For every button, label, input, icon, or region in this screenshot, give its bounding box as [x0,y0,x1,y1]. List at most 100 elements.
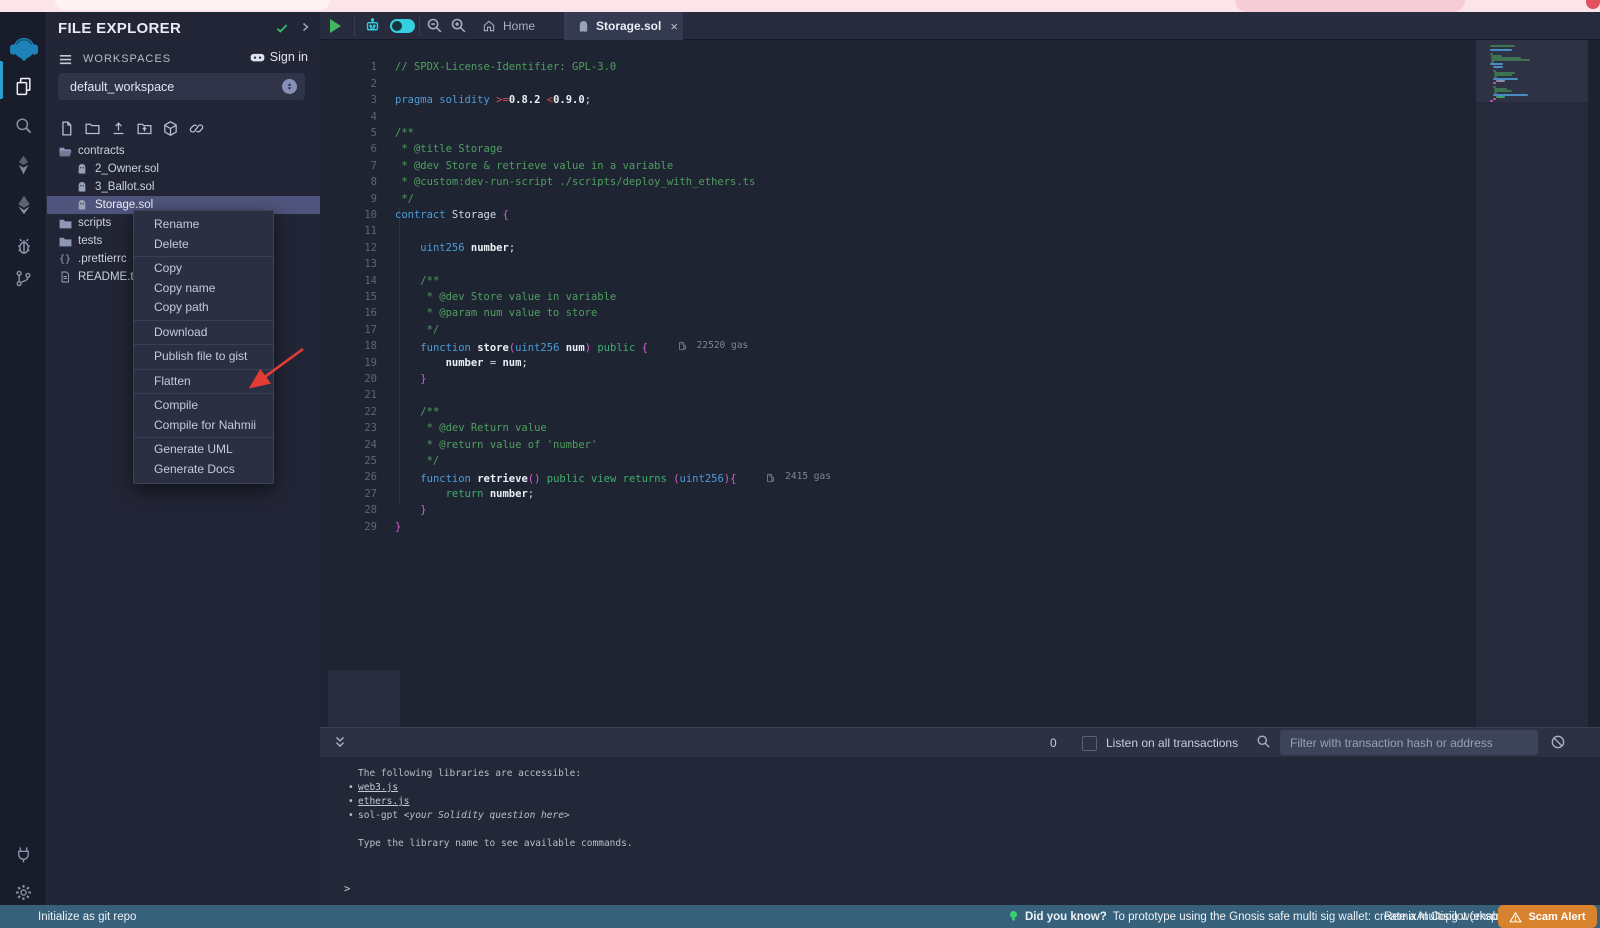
tree-item-contracts[interactable]: contracts [47,142,320,160]
rail-item-search[interactable] [0,107,47,143]
code-line: 8 * @custom:dev-run-script ./scripts/dep… [320,158,1600,174]
browser-strip [0,0,1600,12]
github-icon [250,51,265,63]
braces-icon: {} [58,254,72,265]
rail-item-remix-logo[interactable] [0,32,47,68]
code-line: 29} [320,502,1600,518]
copilot-toggle[interactable] [390,19,415,33]
scam-alert-button[interactable]: Scam Alert [1498,905,1597,928]
code-line: 20 } [320,355,1600,371]
workspace-updown-icon [282,79,297,94]
remix-ai-robot-icon[interactable] [364,17,381,34]
menu-separator [134,437,273,438]
chevron-right-icon[interactable] [299,21,311,33]
code-line: 17 */ [320,305,1600,321]
code-line: 24 * @return value of 'number' [320,420,1600,436]
code-editor[interactable]: 1// SPDX-License-Identifier: GPL-3.0 2 3… [320,40,1600,727]
file-explorer-toolbar [58,118,205,138]
library-link[interactable]: web3.js [358,782,398,793]
minimap[interactable] [1476,40,1588,727]
zoom-in-icon[interactable] [450,17,467,34]
rail-item-debugger[interactable] [0,228,47,264]
editor-scrollbar-track[interactable] [1588,40,1600,727]
terminal-text: Type the library name to see available c… [320,837,1600,851]
code-line: 22 /** [320,387,1600,403]
menu-item-compile-for-nahmii[interactable]: Compile for Nahmii [134,416,273,436]
code-line: 11 [320,207,1600,223]
upload-folder-icon[interactable] [136,120,153,137]
new-file-icon[interactable] [58,120,75,137]
hamburger-icon[interactable] [58,52,73,67]
tab-storage-sol[interactable]: Storage.sol × [565,12,683,40]
new-folder-icon[interactable] [84,120,101,137]
library-link[interactable]: ethers.js [358,796,409,807]
folder-open-icon [58,146,72,157]
terminal-bar: 0 Listen on all transactions [320,727,1600,757]
tree-item-2_Owner.sol[interactable]: 2_Owner.sol [47,160,320,178]
init-git-repo-button[interactable]: Initialize as git repo [38,911,136,923]
rail-item-plugin-manager[interactable] [0,836,47,872]
doc-icon [58,271,72,283]
tab-home[interactable]: Home [470,12,565,40]
import-from-url-icon[interactable] [188,120,205,137]
menu-item-rename[interactable]: Rename [134,215,273,235]
status-bar: Initialize as git repo Did you know? To … [0,905,1600,928]
close-tab-icon[interactable]: × [670,19,678,34]
terminal-prompt[interactable]: > [344,883,350,895]
panel-title: FILE EXPLORER [58,20,181,37]
check-icon [275,21,289,35]
terminal-list-item: •sol-gpt <your Solidity question here> [320,809,1600,823]
menu-item-publish-file-to-gist[interactable]: Publish file to gist [134,347,273,367]
listen-checkbox[interactable] [1082,736,1097,751]
code-line: 3pragma solidity >=0.8.2 <0.9.0; [320,76,1600,92]
terminal-expand-icon[interactable] [333,734,347,750]
browser-strip-blob [1235,0,1465,12]
upload-file-icon[interactable] [110,120,127,137]
zoom-out-icon[interactable] [426,17,443,34]
sign-in-button[interactable]: Sign in [250,50,308,64]
sol-icon [75,199,89,211]
rail-item-git[interactable] [0,260,47,296]
lightbulb-icon [1008,910,1019,923]
menu-item-copy[interactable]: Copy [134,259,273,279]
tree-item-3_Ballot.sol[interactable]: 3_Ballot.sol [47,178,320,196]
menu-separator [134,369,273,370]
workspace-select[interactable]: default_workspace [58,73,305,100]
rail-item-file-explorer[interactable] [0,68,47,104]
code-line: 5/** [320,109,1600,125]
code-line: 25 */ [320,437,1600,453]
menu-separator [134,320,273,321]
sol-icon [75,181,89,193]
warning-icon [1509,911,1522,923]
menu-item-generate-uml[interactable]: Generate UML [134,440,273,460]
terminal-output[interactable]: The following libraries are accessible: •… [320,757,1600,905]
code-line: 13 [320,240,1600,256]
menu-item-download[interactable]: Download [134,323,273,343]
editor-toolbar: Home Storage.sol × [320,12,1600,40]
code-line: 12 uint256 number; [320,223,1600,239]
import-from-ipfs-icon[interactable] [162,120,179,137]
menu-item-delete[interactable]: Delete [134,235,273,255]
code-line: 10contract Storage { [320,191,1600,207]
menu-separator [134,344,273,345]
menu-item-flatten[interactable]: Flatten [134,372,273,392]
rail-item-solidity-compiler[interactable] [0,147,47,183]
transaction-count: 0 [1050,728,1057,758]
run-script-button[interactable] [330,19,341,33]
clear-console-icon[interactable] [1550,734,1566,750]
rail-item-deploy-and-run[interactable] [0,187,47,223]
menu-item-compile[interactable]: Compile [134,396,273,416]
terminal-filter-input[interactable] [1280,730,1538,755]
menu-item-copy-name[interactable]: Copy name [134,279,273,299]
menu-item-copy-path[interactable]: Copy path [134,298,273,318]
menu-item-generate-docs[interactable]: Generate Docs [134,460,273,480]
workspaces-label: WORKSPACES [83,53,171,65]
code-line: 18 function store(uint256 num) public { … [320,322,1600,338]
code-line: 4 [320,92,1600,108]
terminal-text: The following libraries are accessible: [320,767,1600,781]
browser-strip-highlight [55,0,330,10]
workspace-selected-value: default_workspace [70,80,282,94]
sol-icon [75,163,89,175]
code-line: 9 */ [320,174,1600,190]
code-line: 26 function retrieve() public view retur… [320,453,1600,469]
